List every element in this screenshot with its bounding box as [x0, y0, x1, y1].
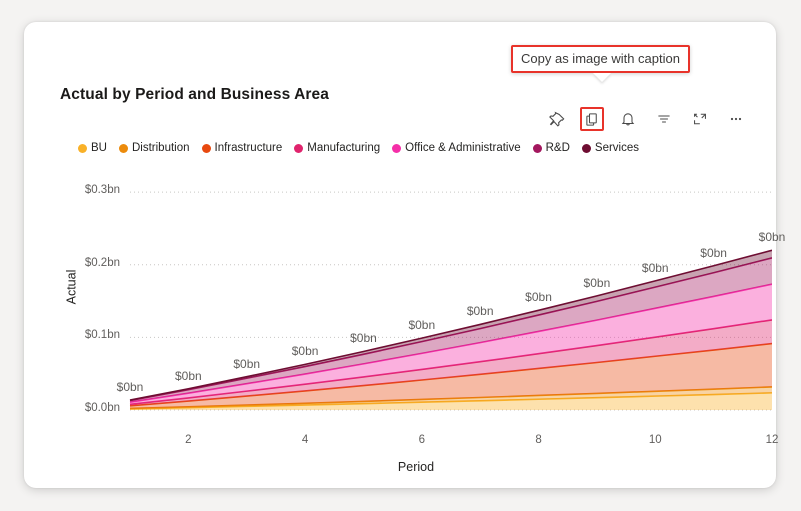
chart-legend: BU Distribution Infrastructure Manufactu… — [78, 142, 647, 154]
data-label: $0bn — [700, 245, 727, 260]
data-label: $0bn — [583, 275, 611, 290]
legend-item-rd[interactable]: R&D — [532, 142, 570, 154]
copy-icon[interactable] — [580, 107, 604, 131]
legend-item-distribution[interactable]: Distribution — [118, 142, 190, 154]
legend-item-infrastructure[interactable]: Infrastructure — [201, 142, 283, 154]
legend-item-bu[interactable]: BU — [78, 142, 107, 154]
tooltip-text: Copy as image with caption — [511, 45, 690, 73]
data-label: $0bn — [525, 290, 552, 305]
legend-item-label: Infrastructure — [214, 142, 283, 154]
legend-item-label: Services — [594, 142, 640, 154]
legend-swatch — [532, 143, 542, 153]
visual-header-toolbar[interactable] — [544, 106, 748, 132]
filter-icon[interactable] — [652, 107, 676, 131]
screen: Actual by Period and Business Area BU Di… — [0, 0, 801, 511]
legend-item-label: R&D — [545, 142, 570, 154]
legend-item-manufacturing[interactable]: Manufacturing — [294, 142, 380, 154]
legend-item-office-administrative[interactable]: Office & Administrative — [392, 142, 521, 154]
tooltip: Copy as image with caption — [511, 45, 690, 82]
focus-mode-icon[interactable] — [688, 107, 712, 131]
more-options-icon[interactable] — [724, 107, 748, 131]
legend-swatch — [118, 143, 128, 153]
data-label: $0bn — [175, 368, 202, 383]
legend-item-label: Manufacturing — [307, 142, 381, 154]
bell-icon[interactable] — [616, 107, 640, 131]
data-label: $0bn — [116, 380, 144, 395]
legend-swatch — [294, 143, 304, 153]
chart-plot-area[interactable]: Actual Period $0.0bn $0.1bn $0.2bn $0.3bn 2… — [60, 162, 785, 474]
pin-icon[interactable] — [544, 107, 568, 131]
data-label: $0bn — [233, 356, 261, 371]
data-label: $0bn — [408, 318, 436, 333]
data-label: $0bn — [291, 344, 319, 359]
visual-card: Actual by Period and Business Area BU Di… — [24, 22, 785, 488]
data-label: $0bn — [350, 331, 377, 346]
legend-item-label: Distribution — [131, 142, 190, 154]
data-label: $0bn — [641, 260, 669, 275]
x-axis-title: Period — [397, 460, 435, 474]
legend-swatch — [201, 143, 211, 153]
data-label: $0bn — [466, 304, 494, 319]
legend-item-label: Office & Administrative — [405, 142, 521, 154]
legend-item-label: BU — [91, 142, 107, 154]
legend-swatch — [78, 143, 87, 153]
page-title: Actual by Period and Business Area — [60, 86, 329, 103]
tooltip-arrow — [593, 73, 611, 82]
data-label: $0bn — [758, 230, 786, 245]
legend-swatch — [581, 143, 591, 153]
legend-swatch — [392, 143, 402, 153]
stacked-area-chart — [129, 191, 772, 411]
legend-item-services[interactable]: Services — [581, 142, 640, 154]
